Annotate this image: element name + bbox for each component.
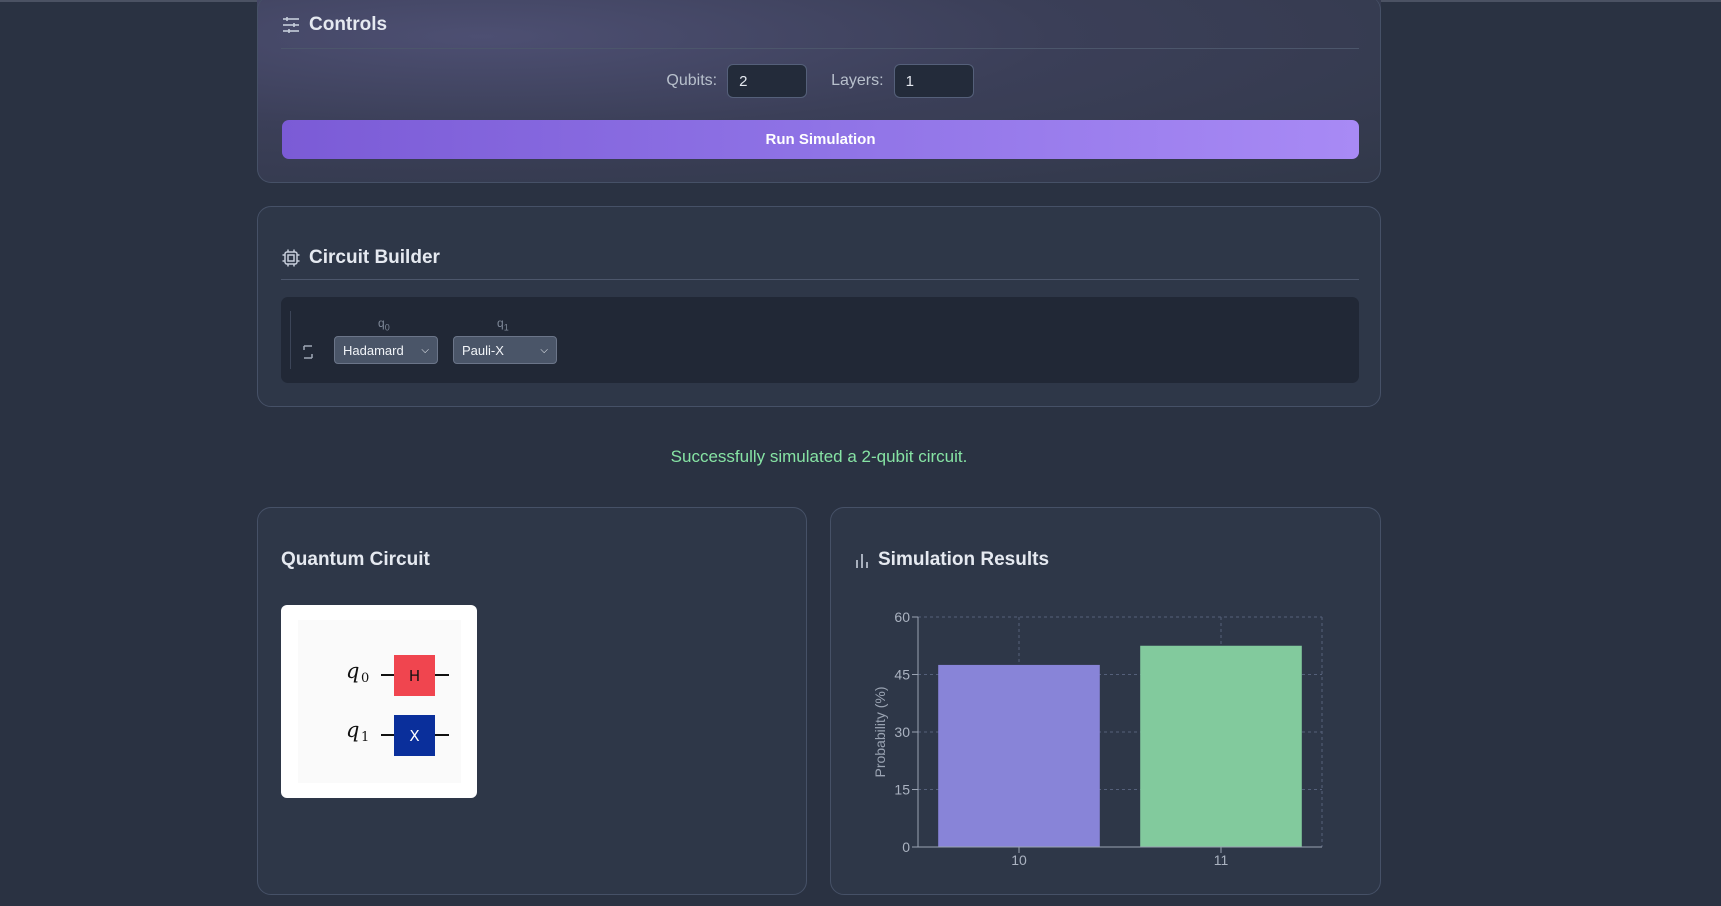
gate-x-label: X	[409, 727, 419, 745]
circuit-image-frame: q 0 H q 1 X	[281, 605, 477, 798]
qubits-label: Qubits:	[666, 72, 718, 89]
quantum-circuit-title: Quantum Circuit	[281, 549, 430, 570]
chevron-down-icon: ⌵	[540, 344, 548, 356]
controls-heading: Controls	[282, 14, 387, 36]
qubits-input[interactable]	[727, 64, 808, 98]
builder-grid: q0 q1 Hadamard ⌵ Pauli-X ⌵	[281, 297, 1359, 383]
circuit-builder-title: Circuit Builder	[309, 247, 440, 268]
run-simulation-button[interactable]: Run Simulation	[282, 120, 1359, 159]
layers-label: Layers:	[831, 72, 884, 89]
layer-bracket-icon	[303, 345, 313, 359]
simulation-results-card: Simulation Results 0 15 30 45 60 10 11 Probabil…	[830, 507, 1381, 895]
layer-separator	[290, 311, 291, 369]
circuit-builder-heading: Circuit Builder	[282, 247, 440, 269]
chevron-down-icon: ⌵	[421, 344, 429, 356]
y-tick-label: 45	[894, 667, 910, 683]
controls-title: Controls	[309, 14, 388, 35]
svg-text:1: 1	[361, 730, 369, 745]
bar-chart-icon	[856, 554, 868, 568]
y-tick-label: 30	[894, 724, 910, 740]
circuit-diagram: q 0 H q 1 X	[298, 620, 461, 783]
y-tick-label: 0	[902, 839, 910, 855]
chip-icon	[282, 249, 300, 267]
simulation-results-title: Simulation Results	[878, 549, 1050, 570]
x-tick-label: 10	[1011, 852, 1027, 868]
gate-h-label: H	[409, 667, 420, 685]
bar-10	[938, 664, 1100, 847]
svg-text:q: q	[346, 718, 359, 742]
y-axis-label: Probability (%)	[872, 686, 888, 777]
qubit-0-label: q0	[378, 316, 390, 333]
builder-divider	[281, 279, 1359, 280]
svg-text:q: q	[346, 659, 359, 683]
gate-select-q1[interactable]: Pauli-X ⌵	[453, 336, 557, 364]
y-tick-label: 60	[894, 609, 910, 625]
layers-input[interactable]	[893, 64, 974, 98]
wire-q0: q 0 H	[346, 655, 449, 696]
gate-select-q0[interactable]: Hadamard ⌵	[334, 336, 438, 364]
status-message: Successfully simulated a 2-qubit circuit…	[670, 447, 968, 466]
quantum-circuit-card: Quantum Circuit q 0 H q 1 X	[257, 507, 807, 895]
simulation-results-heading: Simulation Results	[855, 549, 1049, 571]
svg-text:0: 0	[361, 671, 369, 686]
bar-11	[1140, 645, 1302, 847]
y-tick-label: 15	[894, 782, 910, 798]
controls-row: Qubits: Layers:	[258, 64, 1382, 98]
results-chart: 0 15 30 45 60 10 11 Probability (%)	[872, 609, 1323, 868]
qubit-1-label: q1	[497, 316, 509, 333]
circuit-builder-card: Circuit Builder q0 q1 Hadamard ⌵ Pauli-X…	[257, 206, 1381, 407]
controls-divider	[281, 48, 1359, 49]
sliders-icon	[283, 17, 299, 33]
x-tick-label: 11	[1214, 852, 1229, 868]
wire-q1: q 1 X	[346, 715, 449, 756]
controls-card: Controls Qubits: Layers: Run Simulation	[257, 0, 1381, 183]
